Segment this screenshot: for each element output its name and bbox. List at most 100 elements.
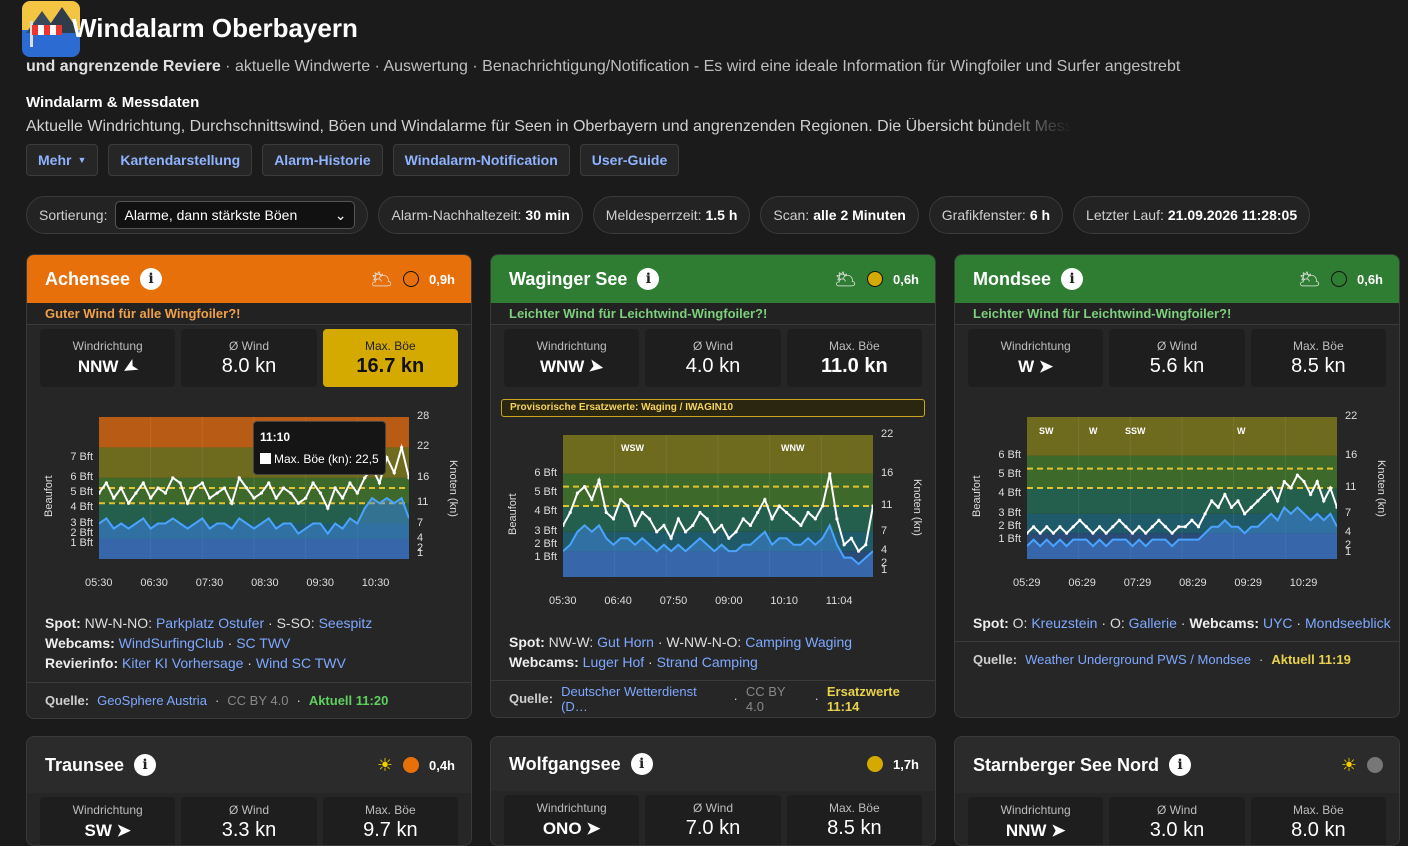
alarm-history-button[interactable]: Alarm-Historie	[262, 144, 383, 176]
partly-cloudy-icon: 🌥	[370, 268, 393, 289]
gust-point	[1249, 505, 1253, 509]
x-tick-label: 10:29	[1289, 577, 1318, 589]
gust-point	[1328, 486, 1333, 490]
gust-point	[828, 472, 832, 476]
main-nav: Mehr ▼ Kartendarstellung Alarm-Historie W…	[26, 144, 680, 176]
y-tick-label: 2 Bft	[534, 537, 557, 550]
info-icon[interactable]: i	[140, 268, 163, 290]
gust-point	[1309, 492, 1313, 497]
spot-name: Waginger See	[509, 268, 628, 289]
wind-chart[interactable]: 1 Bft 2 Bft 3 Bft 4 Bft 5 Bft 6 Bft 1 2 4 7 11 16 22…	[534, 428, 893, 607]
gust-point	[813, 517, 817, 521]
spot-link[interactable]: Gut Horn	[597, 634, 654, 650]
chart-plot	[561, 435, 875, 577]
spot-card-wolfgangsee: Wolfgangsee i 1,7h Windrichtung ONO ➤ Ø Win…	[490, 736, 936, 846]
spot-link[interactable]: Gallerie	[1129, 615, 1177, 631]
gust-point	[311, 481, 315, 485]
gust-point	[1097, 525, 1102, 529]
wind-direction-tile: Windrichtung NNW ➤	[40, 329, 176, 387]
info-icon[interactable]: i	[1061, 268, 1084, 290]
direction-marker: WNW	[781, 443, 805, 453]
webcam-link[interactable]: Strand Camping	[657, 654, 758, 670]
age-badge: 0,4h	[428, 757, 455, 773]
gust-point	[193, 486, 197, 490]
direction-arrow-icon: ➤	[119, 355, 142, 380]
direction-marker: W	[1089, 426, 1098, 436]
gust-point	[141, 481, 145, 485]
more-menu-button[interactable]: Mehr ▼	[26, 144, 99, 176]
spot-link[interactable]: Kreuzstein	[1031, 615, 1097, 631]
gust-point	[792, 517, 796, 521]
spot-link[interactable]: Camping Waging	[745, 634, 852, 650]
info-icon[interactable]: i	[637, 268, 660, 290]
gust-point	[215, 491, 219, 495]
gust-point	[222, 486, 227, 490]
gust-point	[245, 486, 249, 490]
wind-message: Leichter Wind für Leichtwind-Wingfoiler?…	[955, 303, 1399, 325]
source-link[interactable]: GeoSphere Austria	[97, 693, 207, 708]
spot-card-mondsee: Mondsee i 🌥 0,6h Leichter Wind für Leichtw…	[954, 254, 1400, 718]
webcam-link[interactable]: Mondseeblick	[1305, 615, 1391, 631]
info-icon[interactable]: i	[630, 753, 653, 775]
user-guide-button[interactable]: User-Guide	[579, 144, 680, 176]
gust-point	[806, 510, 810, 515]
source-bar: Quelle: Weather Underground PWS / Mondsee…	[955, 641, 1399, 677]
gust-point	[1104, 531, 1108, 535]
gust-point	[1256, 499, 1260, 503]
gust-point	[784, 510, 789, 515]
y-tick-label: 5 Bft	[998, 468, 1021, 481]
gust-point	[842, 543, 846, 547]
revier-link[interactable]: Wind SC TWV	[256, 655, 346, 671]
webcam-link[interactable]: SC TWV	[236, 635, 290, 651]
sort-select[interactable]: Alarme, dann stärkste Böen ⌄	[115, 201, 356, 229]
status-dot	[402, 271, 419, 287]
webcam-link[interactable]: UYC	[1263, 615, 1293, 631]
gust-point	[727, 536, 731, 540]
y2-tick-label: 4	[1345, 526, 1352, 539]
age-badge: 0,6h	[1356, 271, 1383, 287]
revier-link[interactable]: Kiter KI Vorhersage	[122, 655, 243, 671]
gust-point	[333, 486, 337, 490]
gust-point	[741, 517, 745, 521]
max-gust-tile: Max. Böe 16.7 kn	[322, 329, 458, 387]
avg-wind-tile: Ø Wind 7.0 kn	[645, 795, 781, 845]
sun-icon: ☀	[376, 754, 393, 775]
webcam-link[interactable]: WindSurfingClub	[119, 635, 224, 651]
spot-link[interactable]: Seespitz	[319, 615, 373, 631]
status-dot	[866, 756, 883, 772]
gust-point	[1210, 499, 1214, 503]
wind-chart[interactable]: 1 Bft 2 Bft 3 Bft 4 Bft 5 Bft 6 Bft 1 2 4 7 11 16 22…	[998, 410, 1357, 589]
gust-point	[392, 471, 396, 475]
gust-point	[655, 530, 659, 534]
webcam-link[interactable]: Luger Hof	[583, 654, 644, 670]
wind-direction-tile: Windrichtung NNW ➤	[968, 797, 1104, 845]
y-tick-label: 5 Bft	[534, 486, 557, 499]
gust-point	[1084, 525, 1088, 529]
max-gust-tile: Max. Böe 8.0 kn	[1250, 797, 1386, 845]
gust-point	[1236, 499, 1240, 503]
gust-point	[1091, 531, 1095, 535]
x-tick-label: 06:40	[604, 595, 632, 607]
map-view-button[interactable]: Kartendarstellung	[108, 144, 253, 176]
gust-point	[777, 504, 781, 508]
source-link[interactable]: Weather Underground PWS / Mondsee	[1025, 652, 1251, 667]
max-gust-tile: Max. Böe 11.0 kn	[786, 329, 922, 387]
info-icon[interactable]: i	[134, 754, 157, 776]
spot-link[interactable]: Parkplatz Ostufer	[156, 615, 264, 631]
source-link[interactable]: Deutscher Wetterdienst (D…	[561, 684, 725, 714]
gust-point	[363, 476, 367, 480]
gust-point	[185, 501, 190, 505]
gust-point	[1163, 525, 1168, 529]
wind-message: Leichter Wind für Leichtwind-Wingfoiler?…	[491, 303, 935, 325]
gust-point	[178, 481, 182, 485]
wind-direction-tile: Windrichtung W ➤	[968, 329, 1104, 387]
direction-marker: SW	[1039, 426, 1054, 436]
age-badge: 0,6h	[892, 271, 919, 287]
info-icon[interactable]: i	[1169, 754, 1192, 776]
gust-point	[1302, 479, 1306, 484]
notification-button[interactable]: Windalarm-Notification	[392, 144, 570, 176]
gust-point	[647, 517, 652, 521]
gust-point	[1111, 525, 1115, 529]
spot-card-traunsee: Traunsee i ☀ 0,4h Windrichtung SW ➤ Ø Wind 3.…	[26, 736, 472, 846]
gust-point	[296, 501, 300, 505]
